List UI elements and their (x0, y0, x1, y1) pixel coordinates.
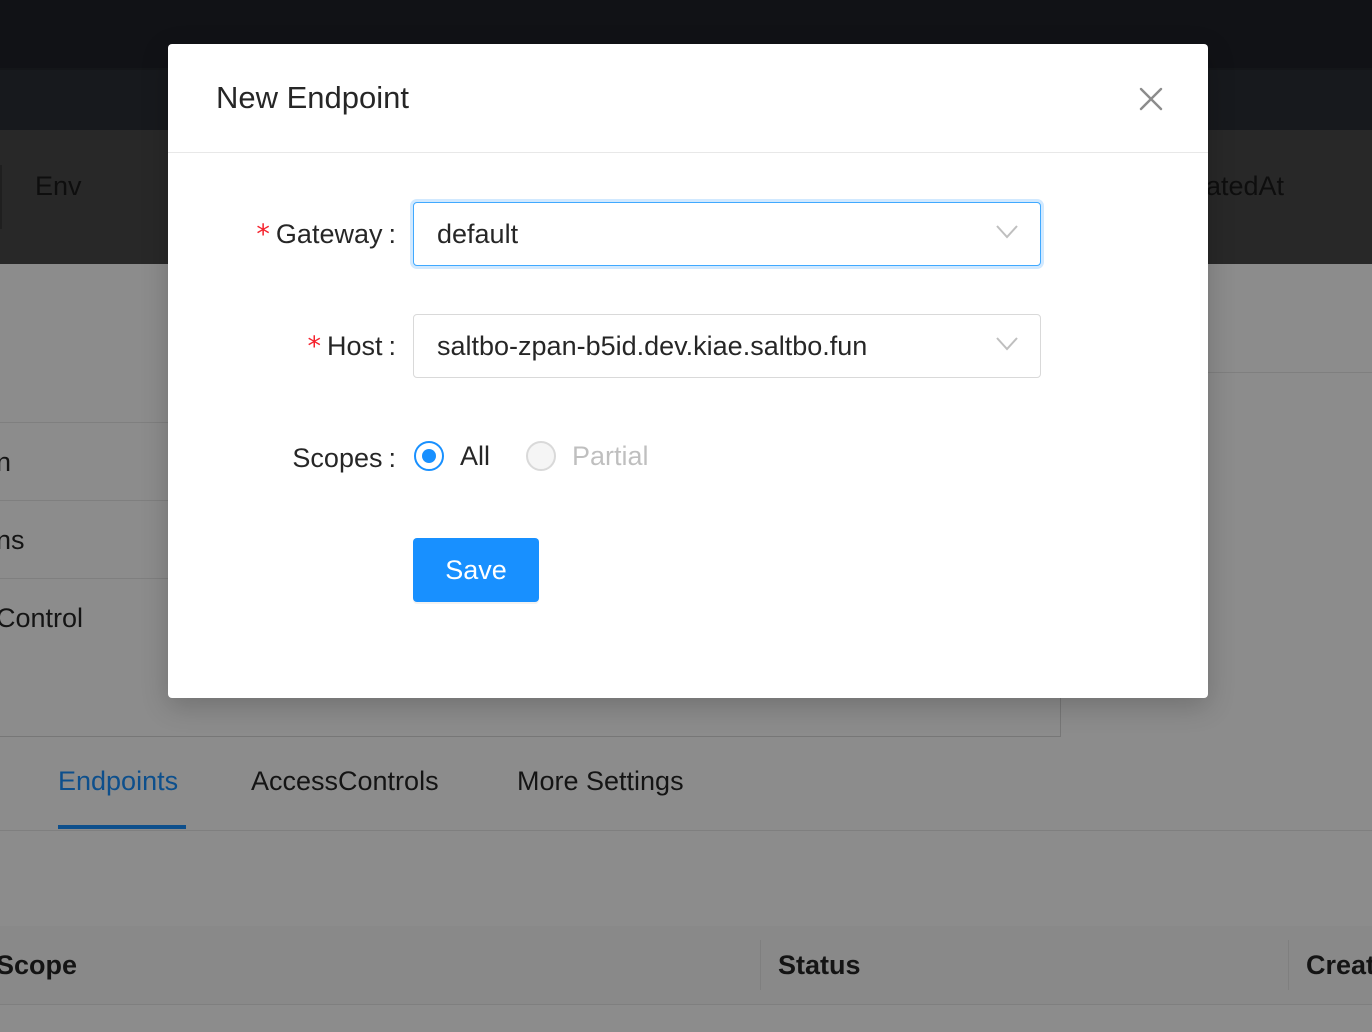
label-colon: : (388, 331, 396, 361)
host-label: * Host: (307, 314, 396, 378)
host-select[interactable]: saltbo-zpan-b5id.dev.kiae.saltbo.fun (413, 314, 1041, 378)
radio-label: Partial (572, 441, 649, 471)
radio-label: All (460, 441, 491, 471)
chevron-down-icon (996, 337, 1018, 351)
new-endpoint-dialog: New Endpoint * Gateway: default * Host: sa… (168, 44, 1208, 698)
host-form-item: * Host: saltbo-zpan-b5id.dev.kiae.saltbo.… (168, 314, 1208, 378)
required-mark: * (307, 331, 321, 362)
chevron-down-icon (996, 225, 1018, 239)
radio-unchecked-icon (526, 441, 556, 471)
close-button[interactable] (1126, 74, 1176, 124)
dialog-header: New Endpoint (168, 44, 1208, 153)
scopes-label: Scopes: (292, 426, 396, 490)
label-colon: : (388, 219, 396, 249)
gateway-selected-value: default (437, 219, 519, 249)
scope-radio-all[interactable]: All (414, 441, 504, 475)
close-icon (1139, 87, 1163, 111)
host-selected-value: saltbo-zpan-b5id.dev.kiae.saltbo.fun (437, 331, 868, 361)
gateway-select[interactable]: default (413, 202, 1041, 266)
scopes-form-item: Scopes: All Partial (168, 426, 1208, 490)
dialog-title: New Endpoint (216, 80, 410, 115)
scope-radio-partial[interactable]: Partial (526, 441, 666, 475)
required-mark: * (256, 219, 270, 250)
gateway-form-item: * Gateway: default (168, 202, 1208, 266)
gateway-label: * Gateway: (256, 202, 396, 266)
radio-checked-icon (414, 441, 444, 471)
label-colon: : (388, 443, 396, 473)
gateway-label-text: Gateway (275, 219, 383, 249)
scopes-label-text: Scopes (292, 443, 383, 473)
save-button[interactable]: Save (413, 538, 539, 602)
host-label-text: Host (326, 331, 383, 361)
